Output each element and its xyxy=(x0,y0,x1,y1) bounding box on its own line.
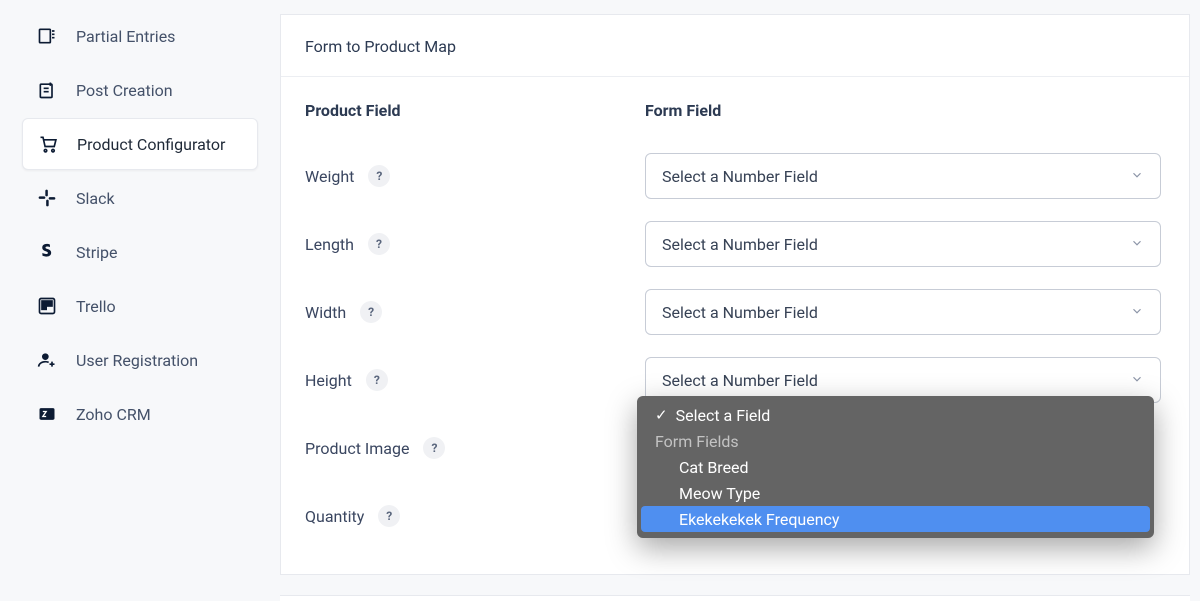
header-form-field: Form Field xyxy=(645,101,1165,120)
help-icon[interactable]: ? xyxy=(423,437,445,459)
dropdown-option-ekekekekek-frequency[interactable]: Ekekekekek Frequency xyxy=(641,506,1150,532)
post-creation-icon xyxy=(36,80,58,100)
select-placeholder: Select a Number Field xyxy=(662,167,818,186)
dropdown-group-label: Form Fields xyxy=(637,428,1154,454)
dropdown-option-meow-type[interactable]: Meow Type xyxy=(641,480,1150,506)
chevron-down-icon xyxy=(1130,303,1144,322)
partial-entries-icon xyxy=(36,26,58,46)
label-quantity: Quantity xyxy=(305,507,364,526)
select-length[interactable]: Select a Number Field xyxy=(645,221,1161,267)
sidebar-item-label: Trello xyxy=(76,297,116,316)
help-icon[interactable]: ? xyxy=(360,301,382,323)
select-placeholder: Select a Number Field xyxy=(662,371,818,390)
sidebar-item-label: Partial Entries xyxy=(76,27,175,46)
chevron-down-icon xyxy=(1130,235,1144,254)
panel-below xyxy=(280,595,1190,601)
label-length: Length xyxy=(305,235,354,254)
panel-title: Form to Product Map xyxy=(281,15,1189,77)
sidebar-item-product-configurator[interactable]: Product Configurator xyxy=(22,118,258,170)
sidebar-item-post-creation[interactable]: Post Creation xyxy=(22,64,258,116)
select-width[interactable]: Select a Number Field xyxy=(645,289,1161,335)
select-placeholder: Select a Number Field xyxy=(662,303,818,322)
dropdown-product-image: Select a Field Form Fields Cat Breed Meo… xyxy=(637,396,1154,538)
sidebar-item-label: Post Creation xyxy=(76,81,173,100)
dropdown-selected-option[interactable]: Select a Field xyxy=(637,402,1154,428)
sidebar: Partial Entries Post Creation Product Co… xyxy=(0,0,280,589)
help-icon[interactable]: ? xyxy=(368,233,390,255)
label-height: Height xyxy=(305,371,352,390)
row-length: Length ? Select a Number Field xyxy=(305,210,1165,278)
sidebar-item-label: Slack xyxy=(76,189,115,208)
row-width: Width ? Select a Number Field xyxy=(305,278,1165,346)
cart-icon xyxy=(37,134,59,154)
sidebar-item-zoho-crm[interactable]: Zoho CRM xyxy=(22,388,258,440)
sidebar-item-label: Product Configurator xyxy=(77,135,225,154)
sidebar-item-label: Zoho CRM xyxy=(76,405,151,424)
chevron-down-icon xyxy=(1130,167,1144,186)
select-weight[interactable]: Select a Number Field xyxy=(645,153,1161,199)
zoho-icon xyxy=(36,404,58,424)
help-icon[interactable]: ? xyxy=(368,165,390,187)
label-width: Width xyxy=(305,303,346,322)
dropdown-option-cat-breed[interactable]: Cat Breed xyxy=(641,454,1150,480)
columns-header: Product Field Form Field xyxy=(305,101,1165,120)
label-product-image: Product Image xyxy=(305,439,409,458)
help-icon[interactable]: ? xyxy=(378,505,400,527)
row-weight: Weight ? Select a Number Field xyxy=(305,142,1165,210)
header-product-field: Product Field xyxy=(305,101,645,120)
sidebar-item-label: Stripe xyxy=(76,243,118,262)
sidebar-item-user-registration[interactable]: User Registration xyxy=(22,334,258,386)
sidebar-item-partial-entries[interactable]: Partial Entries xyxy=(22,10,258,62)
help-icon[interactable]: ? xyxy=(366,369,388,391)
slack-icon xyxy=(36,188,58,208)
sidebar-item-label: User Registration xyxy=(76,351,198,370)
select-placeholder: Select a Number Field xyxy=(662,235,818,254)
user-add-icon xyxy=(36,350,58,370)
sidebar-item-trello[interactable]: Trello xyxy=(22,280,258,332)
chevron-down-icon xyxy=(1130,371,1144,390)
trello-icon xyxy=(36,296,58,316)
sidebar-item-slack[interactable]: Slack xyxy=(22,172,258,224)
label-weight: Weight xyxy=(305,167,354,186)
stripe-icon xyxy=(36,242,58,262)
sidebar-item-stripe[interactable]: Stripe xyxy=(22,226,258,278)
